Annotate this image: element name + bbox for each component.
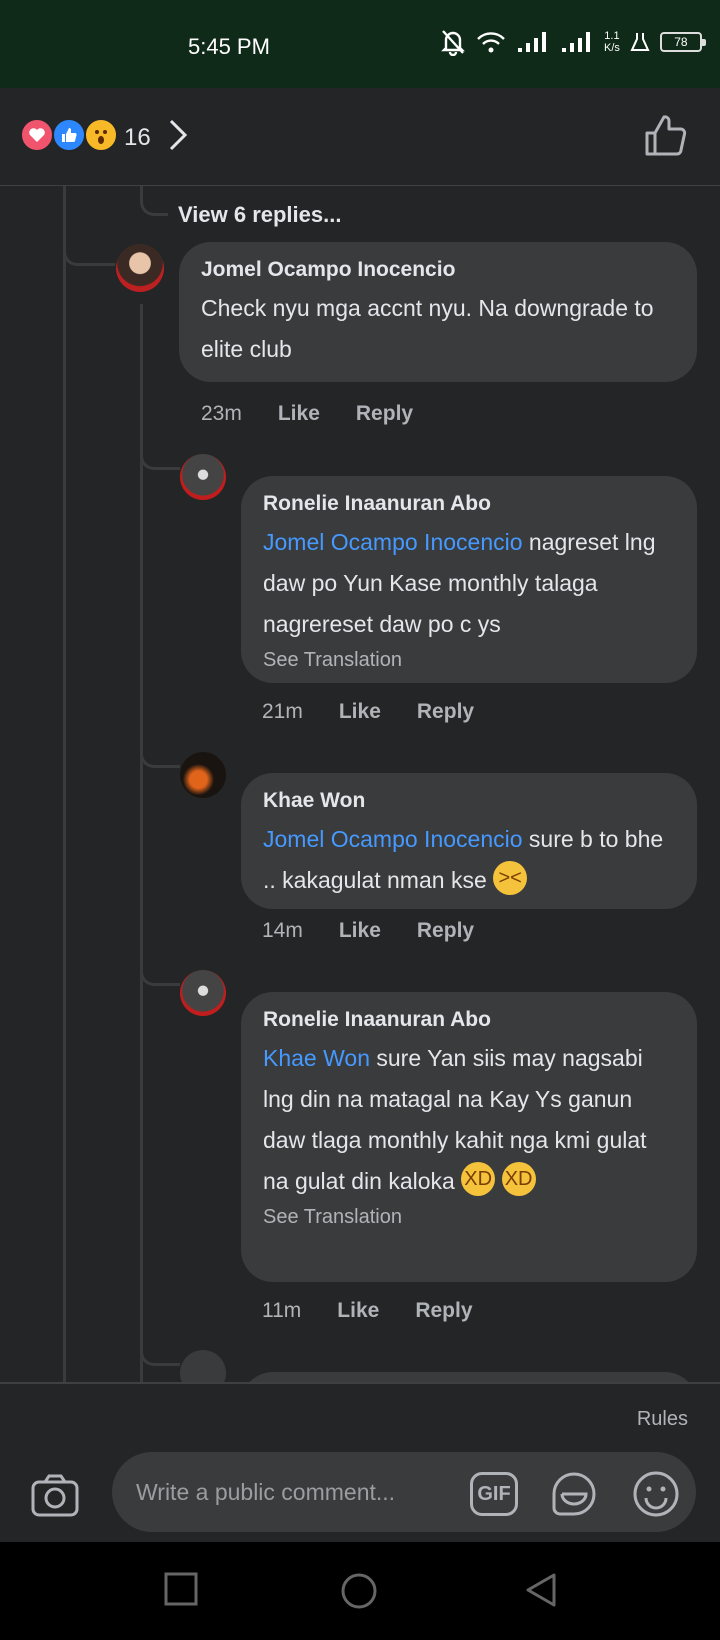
comment-author[interactable]: Ronelie Inaanuran Abo [263,492,675,516]
comment-text: Khae Won sure Yan siis may nagsabi lng d… [263,1038,675,1202]
signal-icon-2 [562,32,590,52]
see-translation-link[interactable]: See Translation [263,649,675,672]
comment-time: 23m [201,402,242,425]
avatar[interactable] [180,1350,226,1382]
reaction-count[interactable]: 16 [124,124,151,152]
net-speed-unit: K/s [604,42,620,54]
heart-icon [20,118,54,152]
comment-actions: 21m Like Reply [262,700,474,724]
wow-icon [84,118,118,152]
mention-link[interactable]: Jomel Ocampo Inocencio [263,826,523,852]
comment-composer: Rules GIF [0,1382,720,1542]
recent-apps-icon[interactable] [164,1572,198,1606]
reply-link[interactable]: Reply [356,402,413,426]
thread-elbow [140,970,180,986]
reactions-bar[interactable]: 16 [0,88,720,186]
comment-bubble[interactable] [241,1372,697,1382]
comment-text: Jomel Ocampo Inocencio nagreset lng daw … [263,522,675,645]
rolling-laughing-emoji-icon: XD [461,1161,496,1196]
status-icons: 1.1 K/s 78 [440,28,706,56]
like-link[interactable]: Like [339,700,381,724]
mention-link[interactable]: Khae Won [263,1045,370,1071]
rules-link[interactable]: Rules [637,1408,688,1431]
comment-text: Jomel Ocampo Inocencio sure b to bhe .. … [263,819,675,901]
comment-input[interactable] [112,1452,696,1532]
back-icon[interactable] [524,1572,558,1608]
signal-icon [518,32,546,52]
like-link[interactable]: Like [339,919,381,943]
comment-time: 14m [262,919,303,942]
thread-elbow [140,1350,180,1366]
flask-icon [630,33,650,51]
gif-button[interactable]: GIF [470,1472,518,1516]
comment-actions: 14m Like Reply [262,919,474,943]
battery-indicator: 78 [659,32,706,52]
avatar[interactable] [116,244,164,292]
like-link[interactable]: Like [278,402,320,426]
comment-author[interactable]: Ronelie Inaanuran Abo [263,1008,675,1032]
comment-bubble[interactable]: Ronelie Inaanuran Abo Khae Won sure Yan … [241,992,697,1282]
like-link[interactable]: Like [337,1299,379,1323]
comment-time: 11m [262,1299,302,1322]
thread-elbow [63,248,115,266]
avatar[interactable] [180,752,226,798]
thread-line-outer [63,186,66,1382]
avatar[interactable] [180,454,226,500]
view-replies-link[interactable]: View 6 replies... [178,202,341,228]
comment-text: Check nyu mga accnt nyu. Na downgrade to… [201,295,654,362]
comment-bubble[interactable]: Ronelie Inaanuran Abo Jomel Ocampo Inoce… [241,476,697,683]
chevron-right-icon[interactable] [166,118,190,152]
reply-link[interactable]: Reply [417,919,474,943]
thread-elbow [140,186,168,216]
comment-actions: 11m Like Reply [262,1299,473,1323]
comment-bubble[interactable]: Khae Won Jomel Ocampo Inocencio sure b t… [241,773,697,909]
like-icon [52,118,86,152]
comment-author[interactable]: Khae Won [263,789,675,813]
rolling-laughing-emoji-icon: XD [501,1161,536,1196]
reply-link[interactable]: Reply [417,700,474,724]
home-icon[interactable] [340,1572,378,1610]
status-bar: 5:45 PM 1.1 K/s 78 [0,0,720,88]
comment-time: 21m [262,700,303,723]
net-speed-value: 1.1 [604,30,620,42]
system-nav-bar [0,1542,720,1640]
bell-off-icon [441,30,465,56]
emoji-icon[interactable] [632,1470,680,1518]
comment-author[interactable]: Jomel Ocampo Inocencio [201,258,675,282]
avatar[interactable] [180,970,226,1016]
sticker-icon[interactable] [550,1470,598,1518]
wifi-icon [477,32,505,53]
status-time: 5:45 PM [188,34,270,59]
like-button-icon[interactable] [644,114,688,158]
camera-icon[interactable] [30,1474,80,1518]
thread-elbow [140,454,180,470]
see-translation-link[interactable]: See Translation [263,1206,675,1229]
reply-link[interactable]: Reply [415,1299,472,1323]
mention-link[interactable]: Jomel Ocampo Inocencio [263,529,523,555]
comment-actions: 23m Like Reply [201,402,413,426]
comment-bubble[interactable]: Jomel Ocampo Inocencio Check nyu mga acc… [179,242,697,382]
comment-thread: View 6 replies... Jomel Ocampo Inocencio… [0,186,720,1382]
thread-line-inner [140,304,143,1382]
sneezing-face-emoji-icon: >< [493,860,528,895]
thread-elbow [140,752,180,768]
net-speed: 1.1 K/s [604,30,620,54]
